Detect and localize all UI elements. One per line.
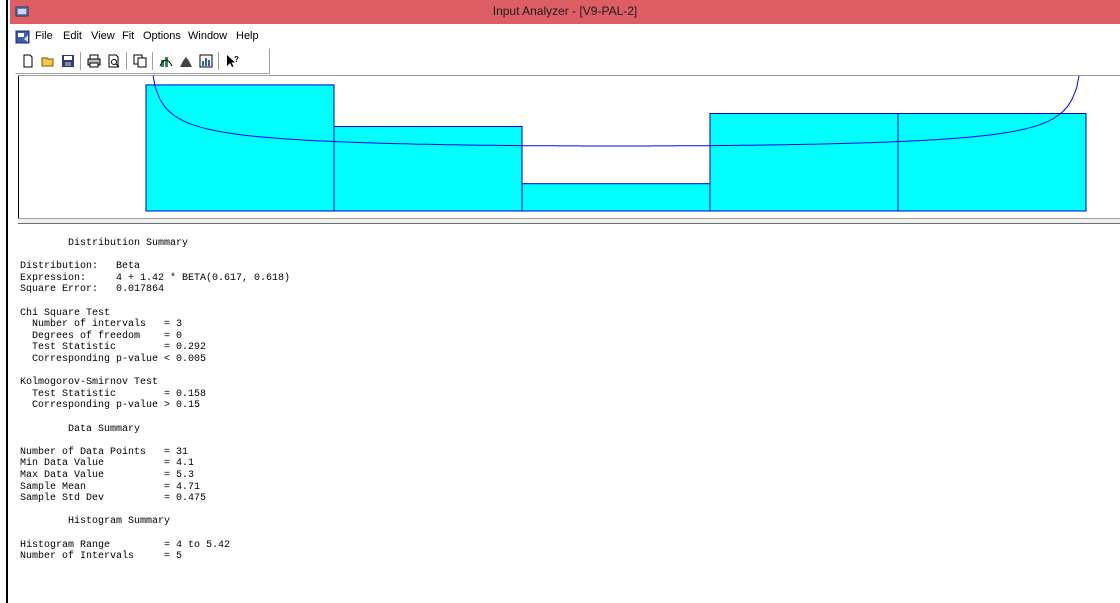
report-line: Max Data Value = 5.3 xyxy=(20,470,195,481)
histogram-bar xyxy=(145,84,335,212)
report-line: Histogram Range = 4 to 5.42 xyxy=(20,539,231,551)
print-button[interactable] xyxy=(84,51,104,71)
title-bar[interactable]: Input Analyzer - [V9-PAL-2] xyxy=(10,0,1120,24)
help-button[interactable]: ? xyxy=(222,51,242,71)
save-icon xyxy=(62,55,74,67)
toolbar-separator xyxy=(126,52,127,70)
toolbar-separator xyxy=(218,52,219,70)
report-line: Corresponding p-value > 0.15 xyxy=(20,400,201,412)
menu-bar: File Edit View Fit Options Window Help xyxy=(10,28,1120,46)
report-line: Test Statistic = 0.158 xyxy=(20,388,207,400)
save-button[interactable] xyxy=(58,51,78,71)
report-line: Degrees of freedom = 0 xyxy=(20,330,183,342)
svg-text:?: ? xyxy=(234,55,239,64)
print-preview-icon xyxy=(108,54,120,68)
report-line: Distribution: Beta xyxy=(20,261,141,273)
report-line: Chi Square Test xyxy=(20,307,111,319)
menu-file[interactable]: File xyxy=(35,30,53,42)
toolbar-separator xyxy=(152,52,153,70)
report-line: Corresponding p-value < 0.005 xyxy=(20,354,207,365)
menu-edit[interactable]: Edit xyxy=(63,30,82,42)
open-button[interactable] xyxy=(38,51,58,71)
new-button[interactable] xyxy=(18,51,38,71)
report-line: Number of Data Points = 31 xyxy=(20,446,189,458)
menu-window[interactable]: Window xyxy=(188,30,227,42)
report-line: Number of Intervals = 5 xyxy=(20,551,183,563)
toolbar-separator xyxy=(80,52,81,70)
toolbar: ? xyxy=(15,48,270,74)
window-title: Input Analyzer - [V9-PAL-2] xyxy=(492,4,638,18)
report-line: Square Error: 0.017864 xyxy=(20,284,165,296)
report-line: Kolmogorov-Smirnov Test xyxy=(20,377,159,389)
report-line: Number of intervals = 3 xyxy=(20,319,183,331)
histogram-button[interactable] xyxy=(176,51,196,71)
fit-data-button[interactable] xyxy=(156,51,176,71)
report-line: Distribution Summary xyxy=(20,238,189,249)
histogram-icon xyxy=(180,57,192,67)
input-analyzer-window: Input Analyzer - [V9-PAL-2] File Edit Vi… xyxy=(10,0,1120,603)
histogram-chart xyxy=(145,76,1087,212)
chart-button[interactable] xyxy=(196,51,216,71)
open-icon xyxy=(41,57,54,67)
help-icon: ? xyxy=(227,55,239,67)
report-line: Sample Mean = 4.71 xyxy=(20,481,201,493)
summary-report-pane: Distribution Summary Distribution: Beta Ex… xyxy=(18,224,1120,603)
menu-fit[interactable]: Fit xyxy=(122,30,134,42)
print-icon xyxy=(87,54,101,68)
menu-options[interactable]: Options xyxy=(143,30,181,42)
menu-view[interactable]: View xyxy=(91,30,115,42)
report-line: Test Statistic = 0.292 xyxy=(20,342,207,354)
print-preview-button[interactable] xyxy=(104,51,124,71)
menu-help[interactable]: Help xyxy=(236,30,259,42)
chart-icon xyxy=(199,54,213,68)
copy-button[interactable] xyxy=(130,51,150,71)
copy-icon xyxy=(133,54,147,68)
histogram-bar xyxy=(709,113,899,212)
report-line: Expression: 4 + 1.42 * BETA(0.617, 0.618… xyxy=(20,272,291,284)
report-line: Min Data Value = 4.1 xyxy=(20,458,195,470)
desktop-left-edge xyxy=(0,0,8,603)
histogram-bar xyxy=(521,183,711,212)
fit-data-icon xyxy=(159,57,173,67)
report-line: Sample Std Dev = 0.475 xyxy=(20,493,207,505)
document-icon[interactable] xyxy=(15,30,30,44)
new-icon xyxy=(23,54,33,68)
histogram-chart-pane xyxy=(18,75,1120,218)
histogram-bar xyxy=(897,113,1087,212)
report-line: Data Summary xyxy=(20,423,141,435)
histogram-bar xyxy=(333,126,523,212)
report-line: Histogram Summary xyxy=(20,516,171,528)
